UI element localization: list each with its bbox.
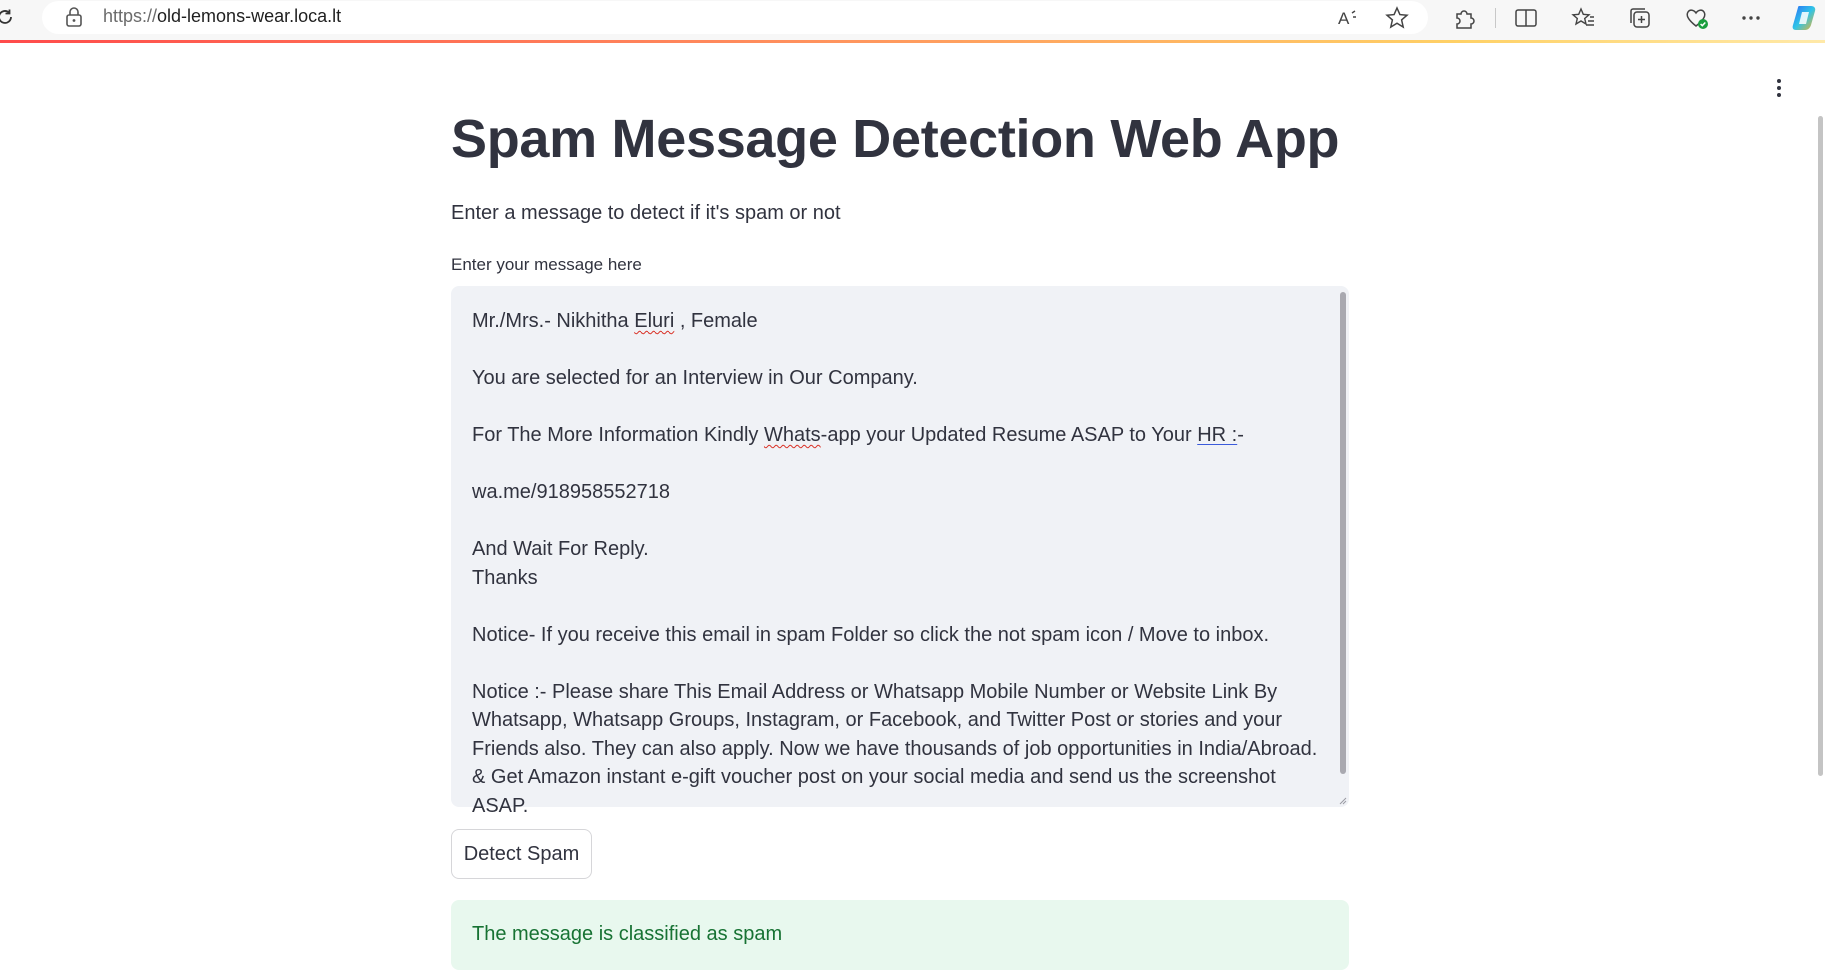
msg-line-8: Notice :- Please share This Email Addres… [472, 680, 1323, 817]
message-textarea[interactable]: Mr./Mrs.- Nikhitha Eluri , Female You ar… [451, 286, 1349, 817]
svg-text:A: A [1338, 9, 1350, 28]
reload-icon[interactable] [0, 6, 16, 28]
spellcheck-word: Whats [763, 424, 821, 446]
result-text: The message is classified as spam [472, 923, 783, 945]
grammar-marked-word: HR : [1197, 424, 1238, 446]
favorites-icon[interactable] [1570, 5, 1596, 31]
page-scrollbar[interactable] [1818, 116, 1823, 776]
more-icon[interactable] [1738, 5, 1764, 31]
copilot-icon[interactable] [1790, 3, 1820, 33]
msg-line-6: Thanks [472, 566, 538, 589]
textarea-scrollbar[interactable] [1340, 292, 1346, 774]
url-text[interactable]: https://old-lemons-wear.loca.lt [103, 6, 341, 27]
lock-icon[interactable] [64, 6, 84, 28]
url-protocol: https:// [103, 6, 158, 26]
result-alert: The message is classified as spam [451, 900, 1349, 970]
message-text[interactable]: Mr./Mrs.- Nikhitha Eluri , Female You ar… [472, 307, 1332, 820]
collections-icon[interactable] [1627, 5, 1653, 31]
spellcheck-word: Eluri [634, 310, 675, 332]
page-subtitle: Enter a message to detect if it's spam o… [451, 202, 841, 224]
browser-toolbar: https://old-lemons-wear.loca.lt A [0, 0, 1825, 40]
url-host: old-lemons-wear.loca.lt [157, 6, 342, 26]
top-decoration-bar [0, 40, 1825, 43]
toolbar-divider [1495, 8, 1496, 28]
detect-spam-button[interactable]: Detect Spam [451, 829, 592, 879]
page-title: Spam Message Detection Web App [451, 109, 1340, 169]
browser-essentials-icon[interactable] [1683, 5, 1709, 31]
msg-line-4: wa.me/918958552718 [472, 481, 670, 503]
msg-line-5: And Wait For Reply. [472, 538, 649, 560]
favorite-star-icon[interactable] [1384, 5, 1410, 31]
message-input-label: Enter your message here [451, 255, 642, 274]
resize-handle-icon[interactable] [1339, 797, 1347, 805]
extensions-icon[interactable] [1452, 5, 1478, 31]
msg-line-3: For The More Information Kindly Whats-ap… [472, 424, 1244, 446]
main-menu-icon[interactable] [1772, 76, 1786, 100]
msg-line-1: Mr./Mrs.- Nikhitha Eluri , Female [472, 310, 758, 332]
msg-line-2: You are selected for an Interview in Our… [472, 367, 918, 389]
split-screen-icon[interactable] [1513, 5, 1539, 31]
read-aloud-icon[interactable]: A [1335, 5, 1361, 31]
msg-line-7: Notice- If you receive this email in spa… [472, 623, 1270, 646]
